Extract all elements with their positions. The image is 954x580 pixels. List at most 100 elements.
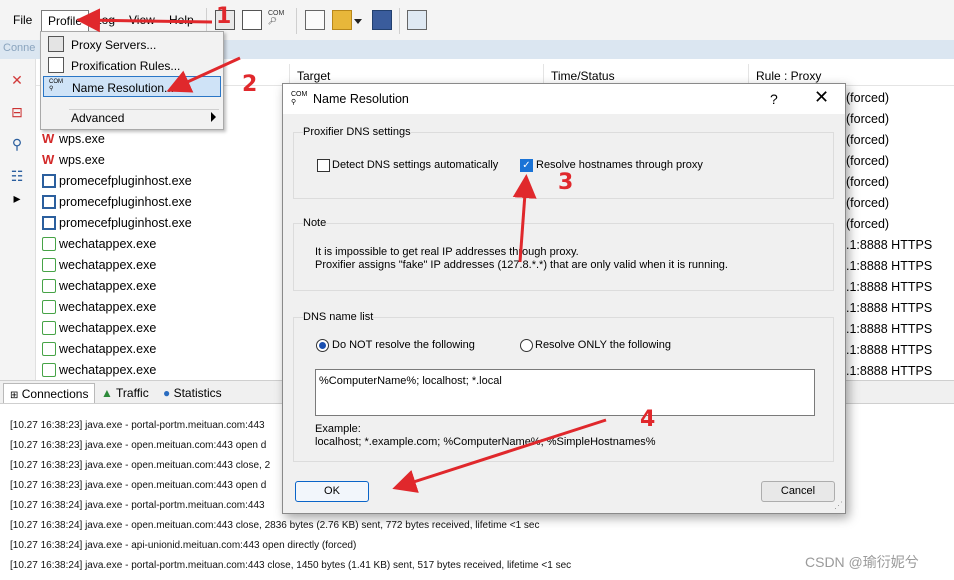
menu-item-label: Proxification Rules... <box>71 59 181 73</box>
menu-file[interactable]: File <box>13 13 32 27</box>
tab-label: Connections <box>21 387 89 401</box>
traffic-chart-icon: ▲ <box>101 386 113 400</box>
radio-do-not-resolve-label[interactable]: Do NOT resolve the following <box>332 339 475 351</box>
tab-statistics[interactable]: ● Statistics <box>157 383 228 403</box>
tab-traffic[interactable]: ▲ Traffic <box>95 383 155 403</box>
wechat-icon <box>42 237 56 251</box>
open-folder-icon[interactable] <box>332 10 352 30</box>
clipboard-icon[interactable] <box>407 10 427 30</box>
radio-do-not-resolve[interactable] <box>316 339 329 352</box>
annotation-number: 1 <box>216 4 232 29</box>
wechat-icon <box>42 321 56 335</box>
wechat-icon <box>42 342 56 356</box>
tab-connections[interactable]: ⊞ Connections <box>3 383 96 403</box>
log-line: [10.27 16:38:23] java.exe - open.meituan… <box>10 480 267 491</box>
note-group: Note It is impossible to get real IP add… <box>293 217 834 291</box>
menu-item-proxy-servers[interactable]: Proxy Servers... <box>43 34 221 55</box>
list-icon[interactable]: ☷ <box>9 168 25 184</box>
new-profile-icon[interactable] <box>305 10 325 30</box>
rule-cell: (forced) <box>846 196 890 210</box>
rules-icon <box>48 57 64 73</box>
log-line: [10.27 16:38:24] java.exe - portal-portm… <box>10 560 572 571</box>
app-name-cell: promecefpluginhost.exe <box>59 195 192 209</box>
app-name-cell: wps.exe <box>59 132 105 146</box>
wechat-icon <box>42 279 56 293</box>
name-resolution-dialog: COM ⚲ Name Resolution ? ✕ Proxifier DNS s… <box>282 83 846 514</box>
wps-icon: W <box>42 152 55 167</box>
rule-cell: .1:8888 HTTPS <box>846 280 933 294</box>
name-resolution-icon: COM ⚲ <box>291 91 308 106</box>
wechat-icon <box>42 363 56 377</box>
example-text: localhost; *.example.com; %ComputerName%… <box>315 436 656 448</box>
tab-label: Statistics <box>173 386 222 400</box>
close-connection-icon[interactable]: ✕ <box>9 72 25 88</box>
radio-resolve-only[interactable] <box>520 339 533 352</box>
menu-item-label: Name Resolution... <box>72 81 175 95</box>
rule-cell: (forced) <box>846 91 890 105</box>
menu-item-name-resolution[interactable]: COM ⚲ Name Resolution... <box>43 76 221 97</box>
cancel-button[interactable]: Cancel <box>761 481 835 502</box>
menu-item-advanced[interactable]: Advanced <box>43 107 221 128</box>
menu-log[interactable]: Log <box>95 13 115 27</box>
left-toolbar: ✕ ⊟ ⚲ ☷ ▸ <box>0 59 36 380</box>
search-icon[interactable]: ⚲ <box>9 136 25 152</box>
dns-name-list-input[interactable]: %ComputerName%; localhost; *.local <box>315 369 815 416</box>
log-line: [10.27 16:38:23] java.exe - portal-portm… <box>10 420 265 431</box>
block-icon[interactable]: ⊟ <box>9 104 25 120</box>
menu-item-label: Advanced <box>71 111 125 125</box>
detect-dns-label[interactable]: Detect DNS settings automatically <box>332 159 498 171</box>
help-button[interactable]: ? <box>770 91 778 107</box>
rule-cell: (forced) <box>846 133 890 147</box>
detect-dns-checkbox[interactable] <box>317 159 330 172</box>
app-name-cell: wechatappex.exe <box>59 237 157 251</box>
column-rule-proxy[interactable]: Rule : Proxy <box>756 69 821 83</box>
group-title: DNS name list <box>303 311 374 323</box>
app-name-cell: promecefpluginhost.exe <box>59 174 192 188</box>
resolve-through-proxy-checkbox[interactable]: ✓ <box>520 159 533 172</box>
menu-view[interactable]: View <box>129 13 155 27</box>
name-resolution-icon: COM ⚲ <box>49 79 63 92</box>
cef-icon <box>42 216 56 230</box>
rules-icon[interactable] <box>242 10 262 30</box>
watermark: CSDN @瑜衍妮兮 <box>805 554 919 570</box>
menu-item-proxification-rules[interactable]: Proxification Rules... <box>43 55 221 76</box>
dialog-titlebar: COM ⚲ Name Resolution ? ✕ <box>283 84 845 114</box>
connections-tab-icon: ⊞ <box>10 390 19 401</box>
profile-dropdown-menu: Proxy Servers... Proxification Rules... … <box>40 31 224 130</box>
toolbar-separator <box>296 8 297 34</box>
expand-arrow-icon[interactable]: ▸ <box>9 190 25 206</box>
note-line: Proxifier assigns "fake" IP addresses (1… <box>315 259 728 271</box>
save-icon[interactable] <box>372 10 392 30</box>
log-line: [10.27 16:38:24] java.exe - portal-portm… <box>10 500 265 511</box>
name-resolution-icon[interactable]: COM 🔎︎ <box>268 10 288 30</box>
radio-resolve-only-label[interactable]: Resolve ONLY the following <box>535 339 671 351</box>
column-time-status[interactable]: Time/Status <box>551 69 615 83</box>
rule-cell: (forced) <box>846 217 890 231</box>
note-line: It is impossible to get real IP addresse… <box>315 246 579 258</box>
annotation-number: 4 <box>640 407 656 432</box>
ok-button[interactable]: OK <box>295 481 369 502</box>
pie-chart-icon: ● <box>163 386 171 400</box>
resize-grip-icon[interactable]: ⋰ <box>834 500 843 511</box>
log-line: [10.27 16:38:23] java.exe - open.meituan… <box>10 460 271 471</box>
toolbar-separator <box>399 8 400 34</box>
app-name-cell: wechatappex.exe <box>59 279 157 293</box>
wechat-icon <box>42 300 56 314</box>
server-icon <box>48 36 64 52</box>
group-title: Note <box>303 217 327 229</box>
menu-help[interactable]: Help <box>169 13 194 27</box>
app-name-cell: wps.exe <box>59 153 105 167</box>
rule-cell: (forced) <box>846 112 890 126</box>
log-line: [10.27 16:38:24] java.exe - api-unionid.… <box>10 540 357 551</box>
chevron-down-icon[interactable] <box>354 19 362 24</box>
wechat-icon <box>42 258 56 272</box>
connections-panel-title: Conne <box>3 42 36 54</box>
rule-cell: .1:8888 HTTPS <box>846 259 933 273</box>
rule-cell: .1:8888 HTTPS <box>846 343 933 357</box>
submenu-arrow-icon <box>211 112 216 122</box>
close-button[interactable]: ✕ <box>814 87 829 108</box>
app-name-cell: wechatappex.exe <box>59 321 157 335</box>
tab-label: Traffic <box>116 386 149 400</box>
menu-profile[interactable]: Profile <box>41 10 90 32</box>
column-target[interactable]: Target <box>297 69 330 83</box>
